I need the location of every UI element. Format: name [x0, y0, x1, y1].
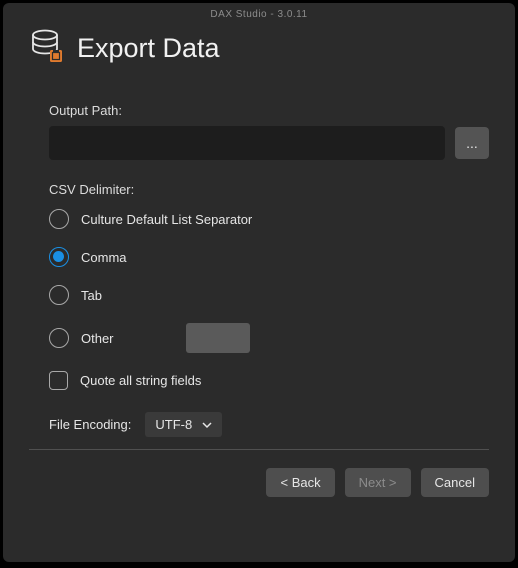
- delimiter-option-other[interactable]: Other: [49, 323, 489, 353]
- app-title: DAX Studio - 3.0.11: [29, 9, 489, 20]
- cancel-button[interactable]: Cancel: [421, 468, 489, 497]
- radio-icon[interactable]: [49, 247, 69, 267]
- delimiter-option-comma[interactable]: Comma: [49, 247, 489, 267]
- delimiter-option-culture[interactable]: Culture Default List Separator: [49, 209, 489, 229]
- radio-icon[interactable]: [49, 209, 69, 229]
- back-button[interactable]: < Back: [266, 468, 334, 497]
- divider: [29, 449, 489, 450]
- export-data-dialog: DAX Studio - 3.0.11 Export Data Output P…: [3, 3, 515, 562]
- radio-label: Culture Default List Separator: [81, 212, 252, 227]
- browse-button[interactable]: ...: [455, 127, 489, 159]
- file-encoding-label: File Encoding:: [49, 417, 131, 432]
- file-encoding-value: UTF-8: [155, 417, 192, 432]
- radio-label: Comma: [81, 250, 127, 265]
- dialog-header: Export Data: [29, 28, 489, 69]
- file-encoding-row: File Encoding: UTF-8: [49, 412, 489, 437]
- radio-label: Tab: [81, 288, 102, 303]
- next-button[interactable]: Next >: [345, 468, 411, 497]
- checkbox-icon[interactable]: [49, 371, 68, 390]
- database-export-icon: [29, 28, 65, 69]
- csv-delimiter-group: CSV Delimiter: Culture Default List Sepa…: [49, 182, 489, 390]
- quote-strings-option[interactable]: Quote all string fields: [49, 371, 489, 390]
- radio-label: Other: [81, 331, 114, 346]
- wizard-buttons: < Back Next > Cancel: [29, 468, 489, 497]
- radio-icon[interactable]: [49, 328, 69, 348]
- delimiter-option-tab[interactable]: Tab: [49, 285, 489, 305]
- delimiter-other-input[interactable]: [186, 323, 250, 353]
- output-path-input[interactable]: [49, 126, 445, 160]
- dialog-title: Export Data: [77, 33, 220, 64]
- file-encoding-select[interactable]: UTF-8: [145, 412, 222, 437]
- csv-delimiter-label: CSV Delimiter:: [49, 182, 489, 197]
- checkbox-label: Quote all string fields: [80, 373, 201, 388]
- output-path-group: Output Path: ...: [49, 103, 489, 160]
- output-path-label: Output Path:: [49, 103, 489, 118]
- radio-icon[interactable]: [49, 285, 69, 305]
- chevron-down-icon: [202, 420, 212, 430]
